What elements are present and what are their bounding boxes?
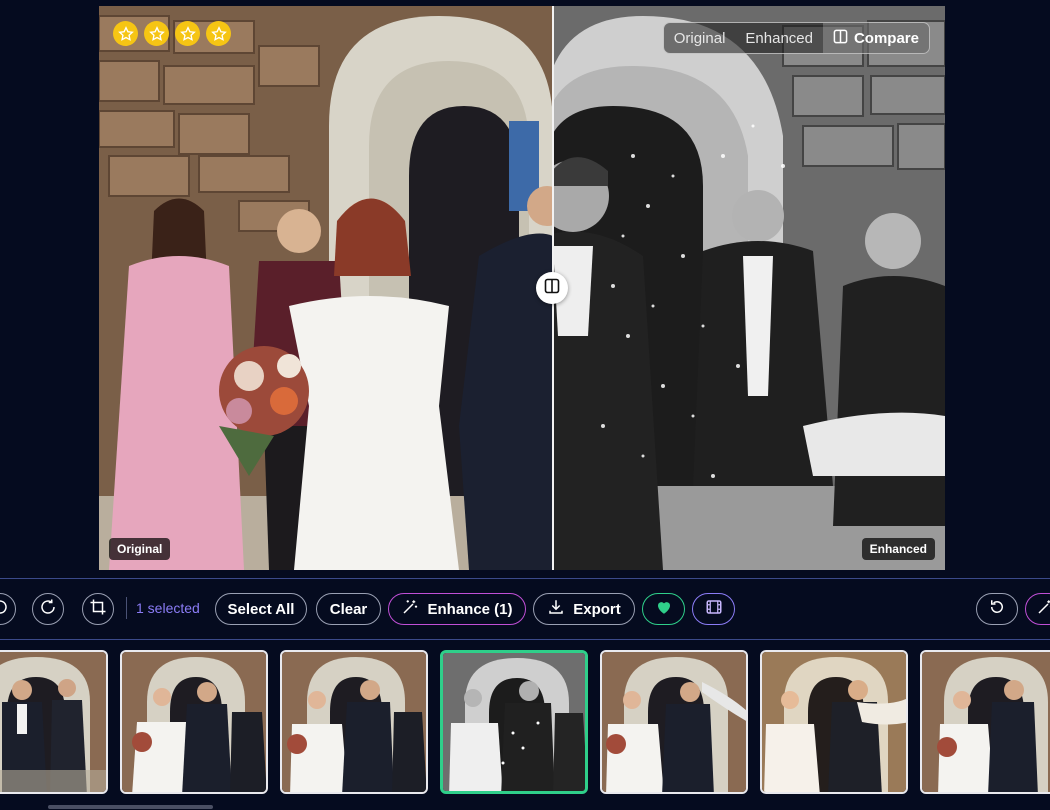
magic-wand-icon [401,598,419,620]
mode-original-label: Original [673,29,726,47]
enhanced-image [553,6,945,570]
clear-button[interactable]: Clear [316,593,381,625]
crop-button[interactable] [82,593,114,625]
star-icon[interactable] [144,21,169,46]
thumbnail-3[interactable] [280,650,428,794]
toolbar-separator [126,597,127,619]
star-icon[interactable] [113,21,138,46]
original-label-badge: Original [109,538,171,560]
thumbnail-7[interactable] [920,650,1050,794]
original-image [99,6,553,570]
download-icon [547,598,565,620]
filmstrip [0,650,1050,796]
heart-icon [655,598,673,620]
crop-icon [89,598,107,620]
thumbnail-5[interactable] [600,650,748,794]
mode-enhanced-button[interactable]: Enhanced [735,23,823,53]
thumbnail-6[interactable] [760,650,908,794]
selection-count: 1 selected [136,600,200,616]
thumbnail-4-selected[interactable] [440,650,588,794]
compare-viewer: Original Enhanced Compare Original Enhan… [99,6,945,570]
enhance-button[interactable]: Enhance (1) [388,593,526,625]
mode-enhanced-label: Enhanced [745,29,813,47]
magic-wand-icon [1036,598,1050,620]
rotate-left-icon [0,598,9,620]
star-icon[interactable] [206,21,231,46]
favorite-button[interactable] [642,593,685,625]
video-button[interactable] [692,593,735,625]
columns-icon [833,29,848,48]
star-icon[interactable] [175,21,200,46]
thumbnail-1[interactable] [0,650,108,794]
mode-compare-label: Compare [853,29,919,47]
rotate-right-button[interactable] [32,593,64,625]
clear-label: Clear [329,600,368,618]
rating-stars [113,21,231,46]
export-label: Export [573,600,621,618]
enhanced-label-badge: Enhanced [861,538,935,560]
mode-compare-button[interactable]: Compare [822,23,929,53]
film-icon [705,598,723,620]
undo-icon [988,598,1006,620]
rotate-right-icon [39,598,57,620]
undo-button[interactable] [976,593,1018,625]
thumbnail-2[interactable] [120,650,268,794]
select-all-label: Select All [227,600,295,618]
rotate-left-button[interactable] [0,593,16,625]
filmstrip-scrollbar[interactable] [48,805,213,809]
enhance-more-button[interactable] [1025,593,1050,625]
split-handle[interactable] [536,272,568,304]
export-button[interactable]: Export [533,593,635,625]
compare-mode-toggle: Original Enhanced Compare [662,22,930,54]
mode-original-button[interactable]: Original [664,23,736,53]
select-all-button[interactable]: Select All [215,593,307,625]
enhance-label: Enhance (1) [427,600,513,618]
columns-icon [544,278,560,299]
